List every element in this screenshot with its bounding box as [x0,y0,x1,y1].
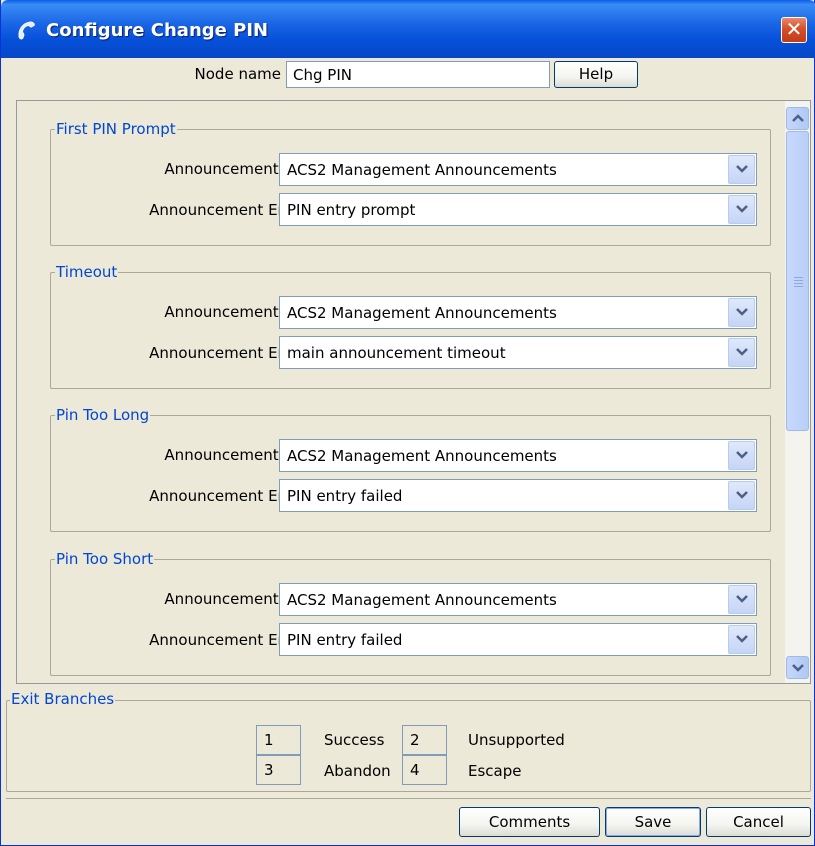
timeout-group: Timeout Announcement Set ACS2 Management… [50,263,771,389]
chevron-down-icon[interactable] [728,195,755,224]
close-icon: ✕ [785,17,803,41]
configure-change-pin-window: Configure Change PIN ✕ Node name Help Fi… [0,0,815,846]
scroll-up-button[interactable] [786,107,809,130]
first-pin-prompt-group: First PIN Prompt Announcement Set ACS2 M… [50,120,771,246]
announcement-entry-select[interactable]: main announcement timeout [279,336,757,369]
chevron-down-icon[interactable] [728,298,755,327]
title-bar[interactable]: Configure Change PIN ✕ [1,0,815,58]
cancel-button[interactable]: Cancel [706,807,811,837]
announcement-set-select[interactable]: ACS2 Management Announcements [279,439,757,472]
close-button[interactable]: ✕ [781,17,807,43]
announcement-set-select[interactable]: ACS2 Management Announcements [279,296,757,329]
announcement-set-value: ACS2 Management Announcements [287,161,557,179]
footer-divider [6,798,811,799]
pin-too-short-group: Pin Too Short Announcement Set ACS2 Mana… [50,550,771,676]
group-legend: Timeout [55,263,119,281]
announcement-entry-value: PIN entry prompt [287,201,416,219]
announcement-set-value: ACS2 Management Announcements [287,447,557,465]
branch-label: Unsupported [468,731,565,749]
branch-number: 4 [402,755,447,785]
save-button[interactable]: Save [605,807,701,837]
group-legend: First PIN Prompt [55,120,177,138]
help-button[interactable]: Help [554,61,638,88]
chevron-down-icon [792,664,804,672]
exit-branches-legend: Exit Branches [10,690,116,708]
branch-number: 3 [256,755,301,785]
branch-label: Abandon [324,762,391,780]
chevron-up-icon [792,114,804,122]
announcement-entry-select[interactable]: PIN entry prompt [279,193,757,226]
node-name-input[interactable] [286,61,550,88]
announcement-set-select[interactable]: ACS2 Management Announcements [279,153,757,186]
group-legend: Pin Too Short [55,550,155,568]
announcement-entry-select[interactable]: PIN entry failed [279,623,757,656]
announcement-entry-value: main announcement timeout [287,344,506,362]
exit-branches-group: Exit Branches 1 Success 2 Unsupported 3 … [6,690,811,792]
pin-too-long-group: Pin Too Long Announcement Set ACS2 Manag… [50,406,771,532]
announcement-entry-select[interactable]: PIN entry failed [279,479,757,512]
chevron-down-icon[interactable] [728,481,755,510]
branch-label: Escape [468,762,522,780]
vertical-scrollbar[interactable] [785,101,810,683]
announcement-entry-value: PIN entry failed [287,631,403,649]
scrollbar-thumb[interactable] [786,131,809,431]
branch-label: Success [324,731,385,749]
announcement-set-value: ACS2 Management Announcements [287,304,557,322]
chevron-down-icon[interactable] [728,338,755,367]
scroll-down-button[interactable] [786,656,809,679]
announcement-entry-value: PIN entry failed [287,487,403,505]
announcement-scroll-panel[interactable]: First PIN Prompt Announcement Set ACS2 M… [16,100,811,684]
announcement-set-select[interactable]: ACS2 Management Announcements [279,583,757,616]
chevron-down-icon[interactable] [728,625,755,654]
comments-button[interactable]: Comments [459,807,600,837]
branch-number: 1 [256,725,301,755]
chevron-down-icon[interactable] [728,585,755,614]
announcement-set-value: ACS2 Management Announcements [287,591,557,609]
node-name-label: Node name [194,65,281,83]
chevron-down-icon[interactable] [728,155,755,184]
window-title: Configure Change PIN [46,20,269,41]
chevron-down-icon[interactable] [728,441,755,470]
branch-number: 2 [402,725,447,755]
phone-handset-icon [15,20,37,42]
group-legend: Pin Too Long [55,406,151,424]
grip-icon [794,277,803,289]
